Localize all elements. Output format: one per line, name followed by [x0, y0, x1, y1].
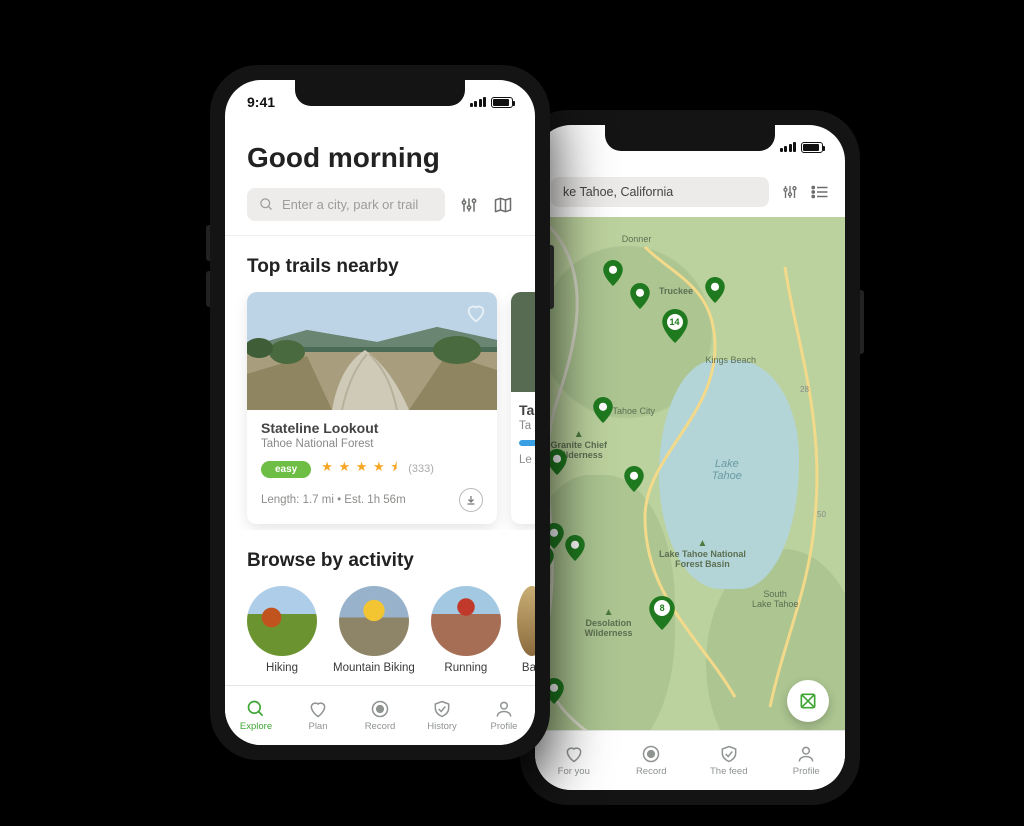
map-label: South Lake Tahoe	[752, 589, 798, 609]
location-search[interactable]: ke Tahoe, California	[551, 177, 769, 207]
star-rating: ★ ★ ★ ★ ⯨	[321, 458, 398, 480]
map-label: Desolation Wilderness	[585, 607, 633, 638]
activity-mountain-biking[interactable]: Mountain Biking	[333, 586, 415, 674]
tab-history[interactable]: History	[411, 686, 473, 745]
activity-image	[517, 586, 535, 656]
map-label: Donner	[622, 234, 652, 244]
trail-subtitle: Tahoe National Forest	[261, 438, 483, 450]
trail-subtitle: Ta	[519, 420, 535, 432]
heart-icon	[564, 744, 584, 764]
map-label: Kings Beach	[706, 355, 757, 365]
map-pin[interactable]	[705, 277, 725, 303]
trail-length: Length: 1.7 mi • Est. 1h 56m	[261, 494, 406, 506]
status-time: 9:41	[247, 94, 275, 110]
signal-icon	[780, 142, 797, 152]
map-cluster-pin[interactable]: 8	[649, 596, 675, 630]
tune-icon[interactable]	[781, 183, 799, 201]
filter-button[interactable]	[459, 195, 479, 215]
map-phone: ke Tahoe, California	[520, 110, 860, 805]
activity-backpacking[interactable]: Bac	[517, 586, 535, 674]
map-pin[interactable]	[593, 397, 613, 423]
map-pin[interactable]	[603, 260, 623, 286]
search-input[interactable]: Enter a city, park or trail	[247, 188, 445, 221]
map-pin[interactable]	[630, 283, 650, 309]
shield-check-icon	[719, 744, 739, 764]
activity-image	[339, 586, 409, 656]
favorite-icon[interactable]	[465, 302, 487, 329]
map-pin[interactable]	[565, 535, 585, 561]
download-button[interactable]	[459, 488, 483, 512]
trail-card[interactable]: Stateline Lookout Tahoe National Forest …	[247, 292, 497, 524]
nearby-heading: Top trails nearby	[247, 256, 513, 278]
home-phone: 9:41 Good morning Enter a city, park or …	[210, 65, 550, 760]
tab-record[interactable]: Record	[613, 731, 691, 790]
tab-record[interactable]: Record	[349, 686, 411, 745]
tab-feed[interactable]: The feed	[690, 731, 768, 790]
profile-icon	[494, 699, 514, 719]
signal-icon	[470, 97, 487, 107]
trail-title: Stateline Lookout	[261, 420, 483, 436]
tab-profile[interactable]: Profile	[768, 731, 846, 790]
map-label: Lake Tahoe National Forest Basin	[659, 538, 746, 569]
list-icon[interactable]	[811, 185, 829, 199]
tab-bar-front: Explore Plan Record History	[225, 685, 535, 745]
tab-explore[interactable]: Explore	[225, 686, 287, 745]
tab-bar-back: For you Record The feed Profile	[535, 730, 845, 790]
heart-icon	[308, 699, 328, 719]
tab-plan[interactable]: Plan	[287, 686, 349, 745]
map-button[interactable]	[493, 195, 513, 215]
tab-profile[interactable]: Profile	[473, 686, 535, 745]
map-cluster-pin[interactable]: 14	[662, 309, 688, 343]
difficulty-badge: easy	[261, 461, 311, 478]
profile-icon	[796, 744, 816, 764]
activity-heading: Browse by activity	[247, 550, 513, 572]
trail-length: Le	[519, 454, 535, 466]
activity-image	[247, 586, 317, 656]
map-view[interactable]: 28 50 Donner Truckee Kings Beach Tahoe C…	[535, 217, 845, 790]
route-overlay-button[interactable]	[787, 680, 829, 722]
greeting-heading: Good morning	[247, 142, 513, 174]
battery-icon	[491, 97, 513, 108]
map-label: Lake Tahoe	[712, 458, 742, 482]
record-icon	[641, 744, 661, 764]
battery-icon	[801, 142, 823, 153]
difficulty-badge	[519, 440, 535, 446]
map-label: Tahoe City	[613, 406, 656, 416]
map-pin[interactable]	[624, 466, 644, 492]
trail-image	[247, 292, 497, 410]
activity-image	[431, 586, 501, 656]
activity-running[interactable]: Running	[431, 586, 501, 674]
search-icon	[246, 699, 266, 719]
svg-text:28: 28	[800, 385, 809, 394]
svg-text:50: 50	[817, 510, 826, 519]
trail-card[interactable]: Ta Ta Le	[511, 292, 535, 524]
map-label: Truckee	[659, 286, 693, 296]
tab-for-you[interactable]: For you	[535, 731, 613, 790]
record-icon	[370, 699, 390, 719]
search-icon	[259, 197, 274, 212]
activity-hiking[interactable]: Hiking	[247, 586, 317, 674]
review-count: (333)	[408, 463, 434, 475]
trail-title: Ta	[519, 402, 535, 418]
search-placeholder: Enter a city, park or trail	[282, 197, 418, 212]
shield-check-icon	[432, 699, 452, 719]
